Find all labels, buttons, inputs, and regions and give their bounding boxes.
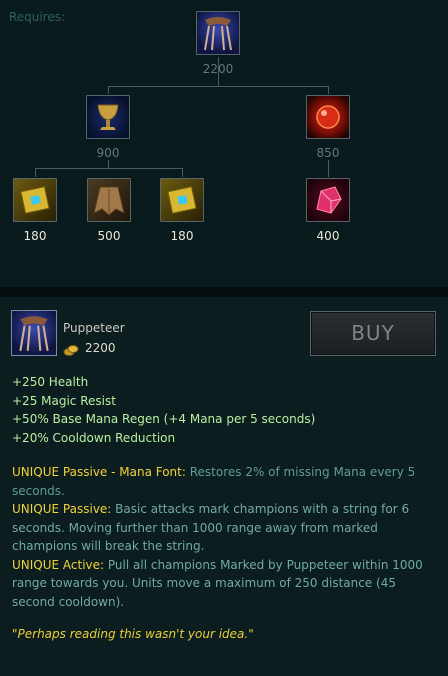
item-price: 2200 — [85, 341, 116, 355]
tree-node-cost: 2200 — [202, 62, 234, 76]
tree-connector — [35, 168, 36, 177]
unique-label: UNIQUE Active: — [12, 557, 105, 572]
unique-label: UNIQUE Passive: — [12, 502, 112, 516]
stat-line: +20% Cooldown Reduction — [12, 430, 176, 445]
unique-effects: UNIQUE Passive - Mana Font: Restores 2% … — [12, 463, 432, 611]
unique-effect: UNIQUE Passive: Basic attacks mark champ… — [12, 500, 432, 556]
flavor-quote: "Perhaps reading this wasn't your idea." — [12, 627, 254, 641]
tree-node-cost: 180 — [23, 229, 47, 243]
tree-node-subcomponent[interactable]: 180 — [160, 178, 204, 243]
build-tree-panel: Requires: 2200 900 850 180 500 180 400 — [0, 0, 448, 286]
tree-node-root[interactable]: 2200 — [196, 11, 240, 76]
tree-connector — [328, 160, 329, 177]
stat-line: +250 Health — [12, 375, 89, 389]
unique-effect: UNIQUE Passive - Mana Font: Restores 2% … — [12, 463, 432, 500]
tree-connector — [108, 86, 329, 87]
tree-node-component[interactable]: 900 — [86, 95, 130, 160]
gold-book-icon — [160, 178, 204, 222]
item-detail-panel: Puppeteer 2200 BUY +250 Health +25 Magic… — [0, 297, 448, 676]
puppeteer-icon — [11, 310, 57, 356]
cloak-icon — [87, 178, 131, 222]
tree-node-cost: 400 — [316, 229, 340, 243]
requires-label: Requires: — [9, 10, 66, 24]
unique-label: UNIQUE Passive - Mana Font: — [12, 465, 186, 479]
tree-node-cost: 180 — [170, 229, 194, 243]
tree-node-cost: 850 — [316, 146, 340, 160]
chalice-icon — [86, 95, 130, 139]
red-gem-icon — [306, 95, 350, 139]
gold-book-icon — [13, 178, 57, 222]
puppeteer-icon — [196, 11, 240, 55]
tree-node-subcomponent[interactable]: 180 — [13, 178, 57, 243]
tree-node-cost: 500 — [97, 229, 121, 243]
unique-effect: UNIQUE Active: Pull all champions Marked… — [12, 556, 432, 612]
tree-node-cost: 900 — [96, 146, 120, 160]
tree-connector — [328, 86, 329, 94]
stat-line: +25 Magic Resist — [12, 393, 116, 408]
buy-button[interactable]: BUY — [310, 311, 436, 356]
tree-node-subcomponent[interactable]: 500 — [87, 178, 131, 243]
ruby-crystal-icon — [306, 178, 350, 222]
tree-connector — [35, 168, 183, 169]
tree-node-subcomponent[interactable]: 400 — [306, 178, 350, 243]
stat-line: +50% Base Mana Regen (+4 Mana per 5 seco… — [12, 412, 316, 426]
tree-connector — [108, 160, 109, 168]
tree-connector — [182, 168, 183, 177]
gold-coins-icon — [63, 345, 79, 356]
panel-divider — [0, 287, 448, 297]
tree-connector — [108, 86, 109, 94]
stats-list: +250 Health +25 Magic Resist +50% Base M… — [12, 373, 315, 447]
tree-node-component[interactable]: 850 — [306, 95, 350, 160]
item-name: Puppeteer — [63, 321, 125, 335]
